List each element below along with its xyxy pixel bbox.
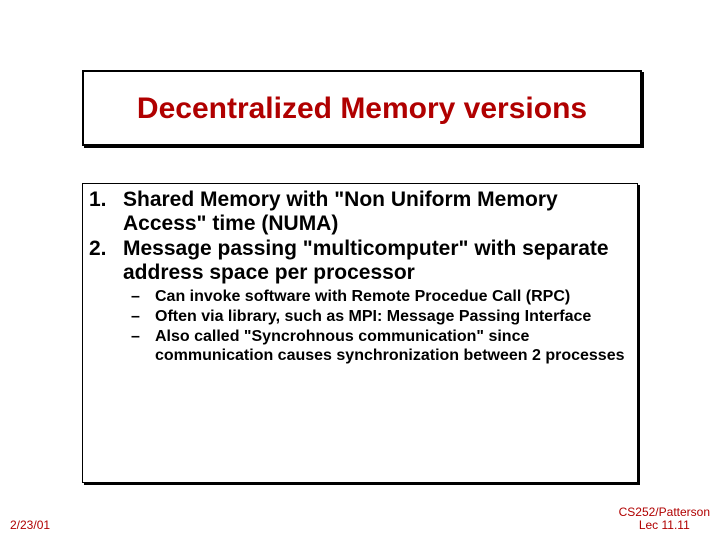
bullet-dash-icon: – xyxy=(131,328,155,346)
body-box: 1. Shared Memory with "Non Uniform Memor… xyxy=(82,183,638,483)
bullet-dash-icon: – xyxy=(131,288,155,306)
sub-item: – Also called "Syncrohnous communication… xyxy=(131,328,631,365)
list-number: 2. xyxy=(89,237,123,261)
list-text: Message passing "multicomputer" with sep… xyxy=(123,237,631,285)
sub-text: Can invoke software with Remote Procedue… xyxy=(155,288,631,306)
title-box: Decentralized Memory versions xyxy=(82,70,642,146)
sub-item: – Can invoke software with Remote Proced… xyxy=(131,288,631,306)
list-item: 1. Shared Memory with "Non Uniform Memor… xyxy=(89,188,631,236)
list-item: 2. Message passing "multicomputer" with … xyxy=(89,237,631,285)
sub-text: Often via library, such as MPI: Message … xyxy=(155,308,631,326)
list-text: Shared Memory with "Non Uniform Memory A… xyxy=(123,188,631,236)
footer-lecture: Lec 11.11 xyxy=(619,519,710,532)
sub-text: Also called "Syncrohnous communication" … xyxy=(155,328,631,365)
slide-title: Decentralized Memory versions xyxy=(137,92,587,125)
bullet-dash-icon: – xyxy=(131,308,155,326)
footer-date: 2/23/01 xyxy=(10,518,50,532)
list-number: 1. xyxy=(89,188,123,212)
sub-item: – Often via library, such as MPI: Messag… xyxy=(131,308,631,326)
footer-course-info: CS252/Patterson Lec 11.11 xyxy=(619,506,710,532)
footer-course: CS252/Patterson xyxy=(619,506,710,519)
